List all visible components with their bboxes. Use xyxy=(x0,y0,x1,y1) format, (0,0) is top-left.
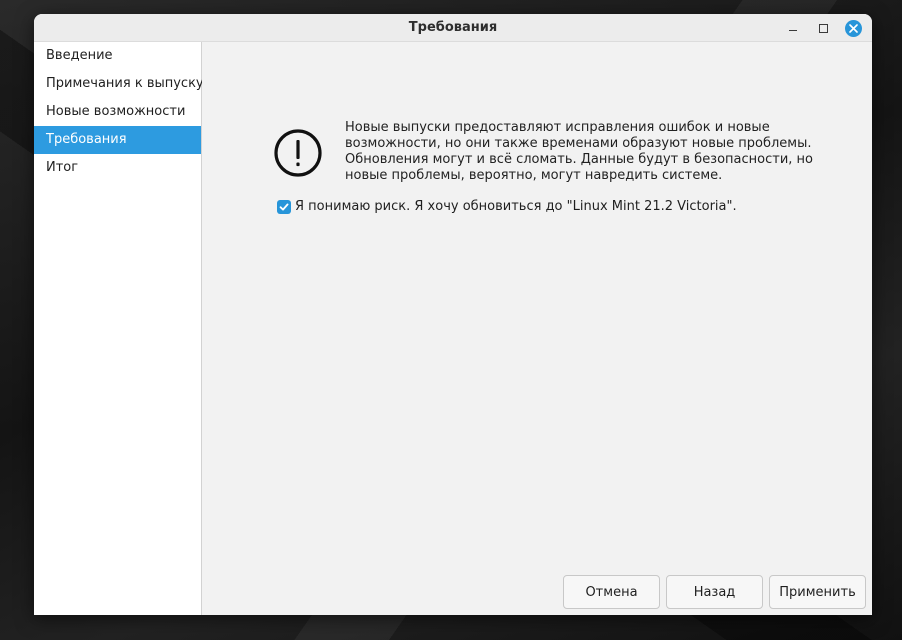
back-button[interactable]: Назад xyxy=(666,575,763,609)
sidebar-item-release-notes[interactable]: Примечания к выпуску xyxy=(34,70,204,98)
upgrade-dialog-window: Требования Введение Примечания к выпуску… xyxy=(34,14,872,615)
close-button[interactable] xyxy=(844,19,862,37)
sidebar: Введение Примечания к выпуску Новые возм… xyxy=(34,42,204,615)
minimize-icon xyxy=(789,29,797,32)
sidebar-item-requirements[interactable]: Требования xyxy=(34,126,201,154)
window-title: Требования xyxy=(408,20,498,35)
cancel-button[interactable]: Отмена xyxy=(563,575,660,609)
sidebar-item-new-features[interactable]: Новые возможности xyxy=(34,98,201,126)
sidebar-item-intro[interactable]: Введение xyxy=(34,42,201,70)
exclamation-circle-icon xyxy=(274,129,322,177)
apply-button[interactable]: Применить xyxy=(769,575,866,609)
risk-acknowledge-row[interactable]: Я понимаю риск. Я хочу обновиться до "Li… xyxy=(277,199,737,214)
sidebar-item-summary[interactable]: Итог xyxy=(34,154,201,182)
checkmark-icon xyxy=(279,203,289,210)
risk-checkbox[interactable] xyxy=(277,199,291,214)
warning-text: Новые выпуски предоставляют исправления … xyxy=(345,120,814,183)
risk-checkbox-label[interactable]: Я понимаю риск. Я хочу обновиться до "Li… xyxy=(295,199,737,214)
maximize-icon xyxy=(818,23,828,33)
main-content: Новые выпуски предоставляют исправления … xyxy=(202,42,872,615)
maximize-button[interactable] xyxy=(814,19,832,37)
close-icon xyxy=(844,19,862,37)
titlebar[interactable]: Требования xyxy=(34,14,872,42)
minimize-button[interactable] xyxy=(784,19,802,37)
